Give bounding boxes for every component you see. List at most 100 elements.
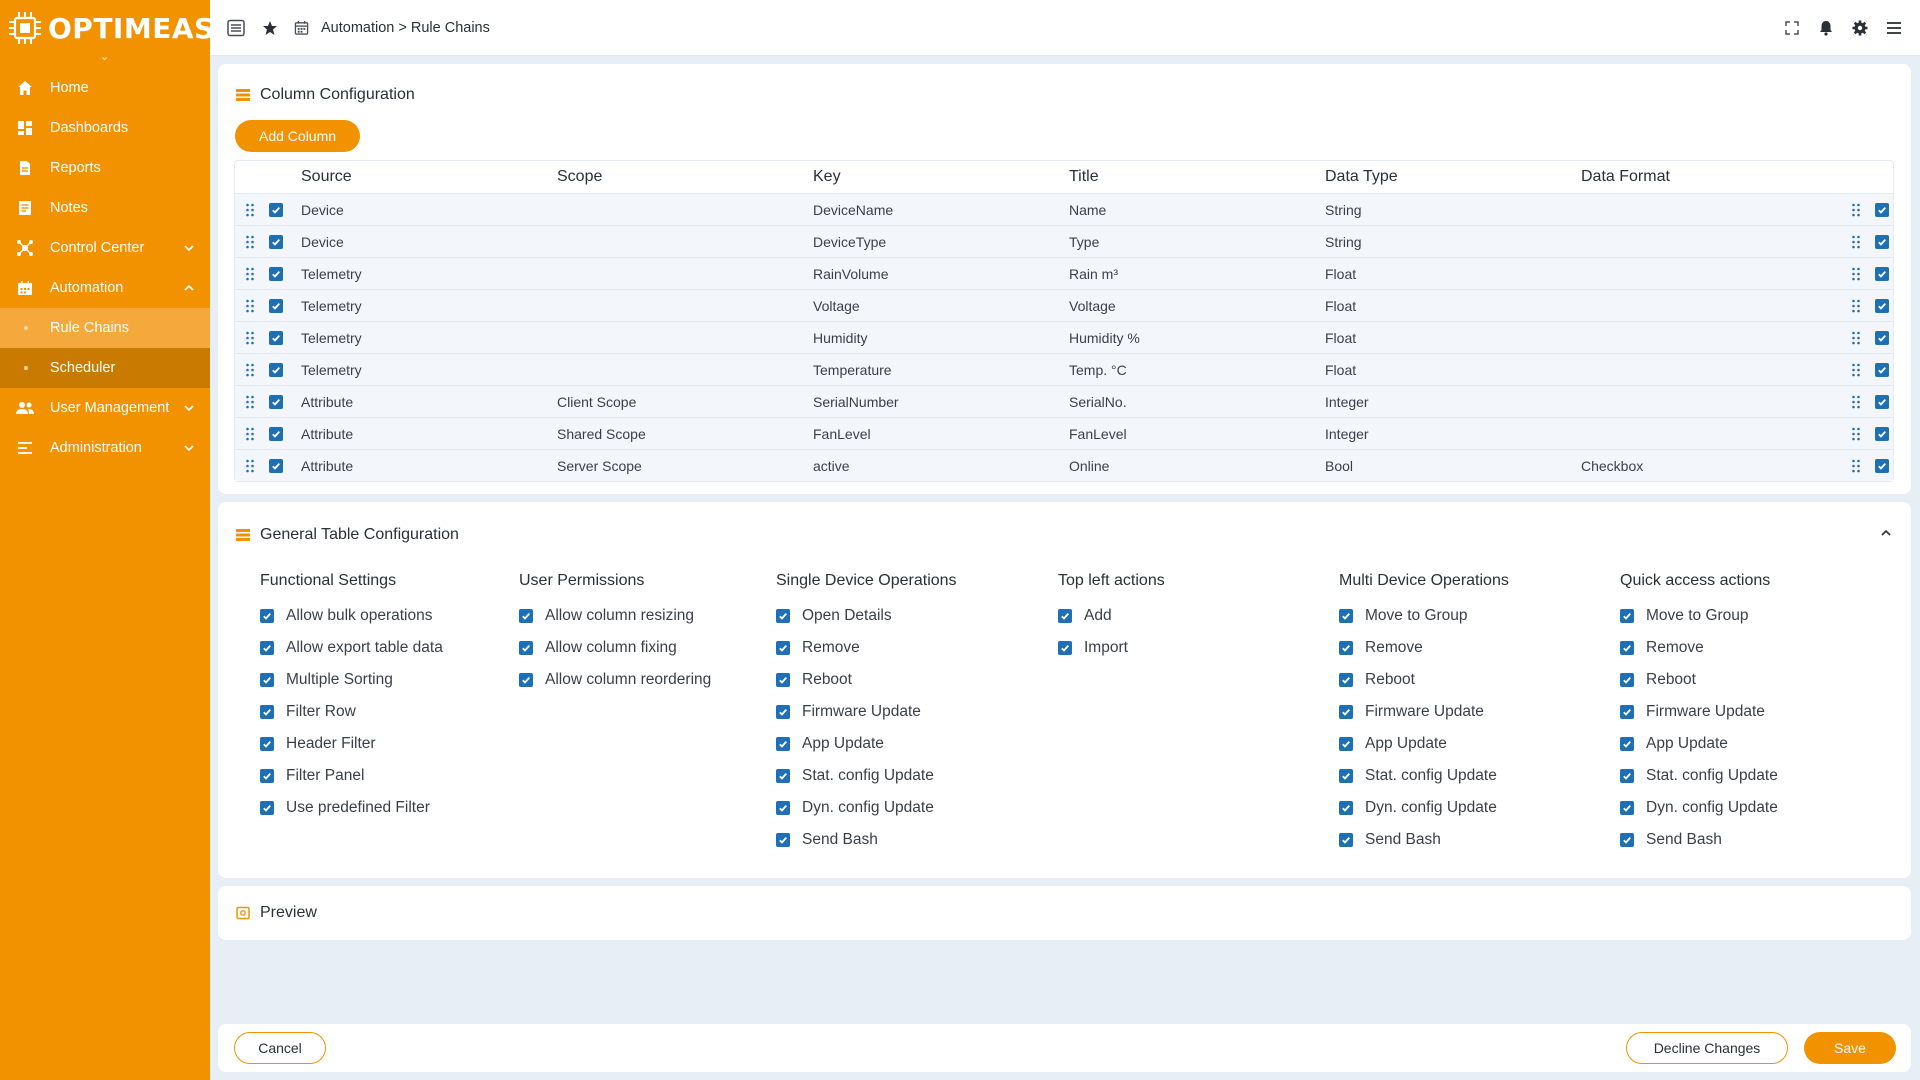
row-checkbox[interactable]	[269, 194, 283, 225]
chevron-down-icon[interactable]	[182, 441, 196, 455]
option-checkbox[interactable]: Filter Row	[260, 696, 443, 728]
visibility-checkbox[interactable]	[1875, 194, 1889, 225]
drag-handle-icon[interactable]	[1851, 450, 1861, 481]
table-row[interactable]: Device DeviceType Type String	[235, 225, 1893, 257]
menu-list-icon[interactable]	[226, 18, 246, 38]
checkbox-checked-icon[interactable]	[1339, 609, 1353, 623]
visibility-checkbox[interactable]	[1875, 418, 1889, 449]
option-checkbox[interactable]: Reboot	[776, 664, 957, 696]
chevron-down-icon[interactable]	[182, 241, 196, 255]
sidebar-item-automation[interactable]: Automation	[0, 268, 210, 308]
cancel-button[interactable]: Cancel	[234, 1032, 326, 1064]
option-checkbox[interactable]: App Update	[776, 728, 957, 760]
chevron-up-icon[interactable]	[1879, 526, 1893, 540]
sidebar-subitem-rule-chains[interactable]: Rule Chains	[0, 308, 210, 348]
checkbox-checked-icon[interactable]	[776, 609, 790, 623]
option-checkbox[interactable]: Reboot	[1620, 664, 1778, 696]
column-header-data-type[interactable]: Data Type	[1325, 161, 1398, 193]
checkbox-checked-icon[interactable]	[1058, 609, 1072, 623]
checkbox-checked-icon[interactable]	[1339, 801, 1353, 815]
hamburger-menu-icon[interactable]	[1884, 18, 1904, 38]
row-checkbox[interactable]	[269, 418, 283, 449]
option-checkbox[interactable]: Send Bash	[1620, 824, 1778, 856]
visibility-checkbox[interactable]	[1875, 322, 1889, 353]
option-checkbox[interactable]: Use predefined Filter	[260, 792, 443, 824]
checkbox-checked-icon[interactable]	[776, 641, 790, 655]
checkbox-checked-icon[interactable]	[1620, 641, 1634, 655]
checkbox-checked-icon[interactable]	[1339, 673, 1353, 687]
option-checkbox[interactable]: Firmware Update	[776, 696, 957, 728]
sidebar-item-dashboards[interactable]: Dashboards	[0, 108, 210, 148]
checkbox-checked-icon[interactable]	[776, 833, 790, 847]
option-checkbox[interactable]: Allow column resizing	[519, 600, 711, 632]
option-checkbox[interactable]: Allow column reordering	[519, 664, 711, 696]
visibility-checkbox[interactable]	[1875, 226, 1889, 257]
option-checkbox[interactable]: App Update	[1339, 728, 1509, 760]
checkbox-checked-icon[interactable]	[1620, 769, 1634, 783]
checkbox-checked-icon[interactable]	[1620, 609, 1634, 623]
option-checkbox[interactable]: Header Filter	[260, 728, 443, 760]
option-checkbox[interactable]: Firmware Update	[1339, 696, 1509, 728]
option-checkbox[interactable]: Import	[1058, 632, 1165, 664]
option-checkbox[interactable]: Open Details	[776, 600, 957, 632]
sidebar-item-reports[interactable]: Reports	[0, 148, 210, 188]
checkbox-checked-icon[interactable]	[776, 673, 790, 687]
chevron-down-icon[interactable]	[182, 401, 196, 415]
logo[interactable]: OPTIMEAS ⌄	[0, 0, 214, 63]
sidebar-subitem-scheduler[interactable]: Scheduler	[0, 348, 210, 388]
column-header-data-format[interactable]: Data Format	[1581, 161, 1670, 193]
option-checkbox[interactable]: Move to Group	[1339, 600, 1509, 632]
checkbox-checked-icon[interactable]	[260, 801, 274, 815]
table-row[interactable]: Telemetry Temperature Temp. °C Float	[235, 353, 1893, 385]
option-checkbox[interactable]: Send Bash	[1339, 824, 1509, 856]
row-checkbox[interactable]	[269, 258, 283, 289]
option-checkbox[interactable]: Dyn. config Update	[776, 792, 957, 824]
option-checkbox[interactable]: App Update	[1620, 728, 1778, 760]
row-checkbox[interactable]	[269, 290, 283, 321]
visibility-checkbox[interactable]	[1875, 258, 1889, 289]
drag-handle-icon[interactable]	[1851, 290, 1861, 321]
checkbox-checked-icon[interactable]	[1339, 769, 1353, 783]
option-checkbox[interactable]: Firmware Update	[1620, 696, 1778, 728]
sidebar-item-user-management[interactable]: User Management	[0, 388, 210, 428]
table-row[interactable]: Device DeviceName Name String	[235, 193, 1893, 225]
drag-handle-icon[interactable]	[245, 322, 255, 353]
drag-handle-icon[interactable]	[245, 226, 255, 257]
add-column-button[interactable]: Add Column	[235, 120, 361, 152]
chevron-down-icon[interactable]: ⌄	[100, 50, 109, 63]
checkbox-checked-icon[interactable]	[1620, 801, 1634, 815]
option-checkbox[interactable]: Move to Group	[1620, 600, 1778, 632]
drag-handle-icon[interactable]	[1851, 322, 1861, 353]
checkbox-checked-icon[interactable]	[260, 641, 274, 655]
option-checkbox[interactable]: Reboot	[1339, 664, 1509, 696]
table-row[interactable]: Attribute Server Scope active Online Bool Che…	[235, 449, 1893, 481]
checkbox-checked-icon[interactable]	[1339, 705, 1353, 719]
checkbox-checked-icon[interactable]	[1620, 737, 1634, 751]
checkbox-checked-icon[interactable]	[1620, 705, 1634, 719]
option-checkbox[interactable]: Filter Panel	[260, 760, 443, 792]
drag-handle-icon[interactable]	[1851, 386, 1861, 417]
option-checkbox[interactable]: Remove	[1339, 632, 1509, 664]
option-checkbox[interactable]: Allow bulk operations	[260, 600, 443, 632]
checkbox-checked-icon[interactable]	[260, 673, 274, 687]
table-row[interactable]: Attribute Client Scope SerialNumber SerialN…	[235, 385, 1893, 417]
checkbox-checked-icon[interactable]	[519, 641, 533, 655]
row-checkbox[interactable]	[269, 386, 283, 417]
drag-handle-icon[interactable]	[245, 386, 255, 417]
visibility-checkbox[interactable]	[1875, 450, 1889, 481]
checkbox-checked-icon[interactable]	[1339, 833, 1353, 847]
table-row[interactable]: Telemetry RainVolume Rain m³ Float	[235, 257, 1893, 289]
table-row[interactable]: Telemetry Voltage Voltage Float	[235, 289, 1893, 321]
checkbox-checked-icon[interactable]	[776, 801, 790, 815]
sidebar-item-control-center[interactable]: Control Center	[0, 228, 210, 268]
column-header-source[interactable]: Source	[301, 161, 352, 193]
drag-handle-icon[interactable]	[1851, 258, 1861, 289]
option-checkbox[interactable]: Allow export table data	[260, 632, 443, 664]
checkbox-checked-icon[interactable]	[1058, 641, 1072, 655]
gear-icon[interactable]	[1850, 18, 1870, 38]
drag-handle-icon[interactable]	[1851, 194, 1861, 225]
option-checkbox[interactable]: Add	[1058, 600, 1165, 632]
row-checkbox[interactable]	[269, 450, 283, 481]
fullscreen-icon[interactable]	[1782, 18, 1802, 38]
row-checkbox[interactable]	[269, 354, 283, 385]
